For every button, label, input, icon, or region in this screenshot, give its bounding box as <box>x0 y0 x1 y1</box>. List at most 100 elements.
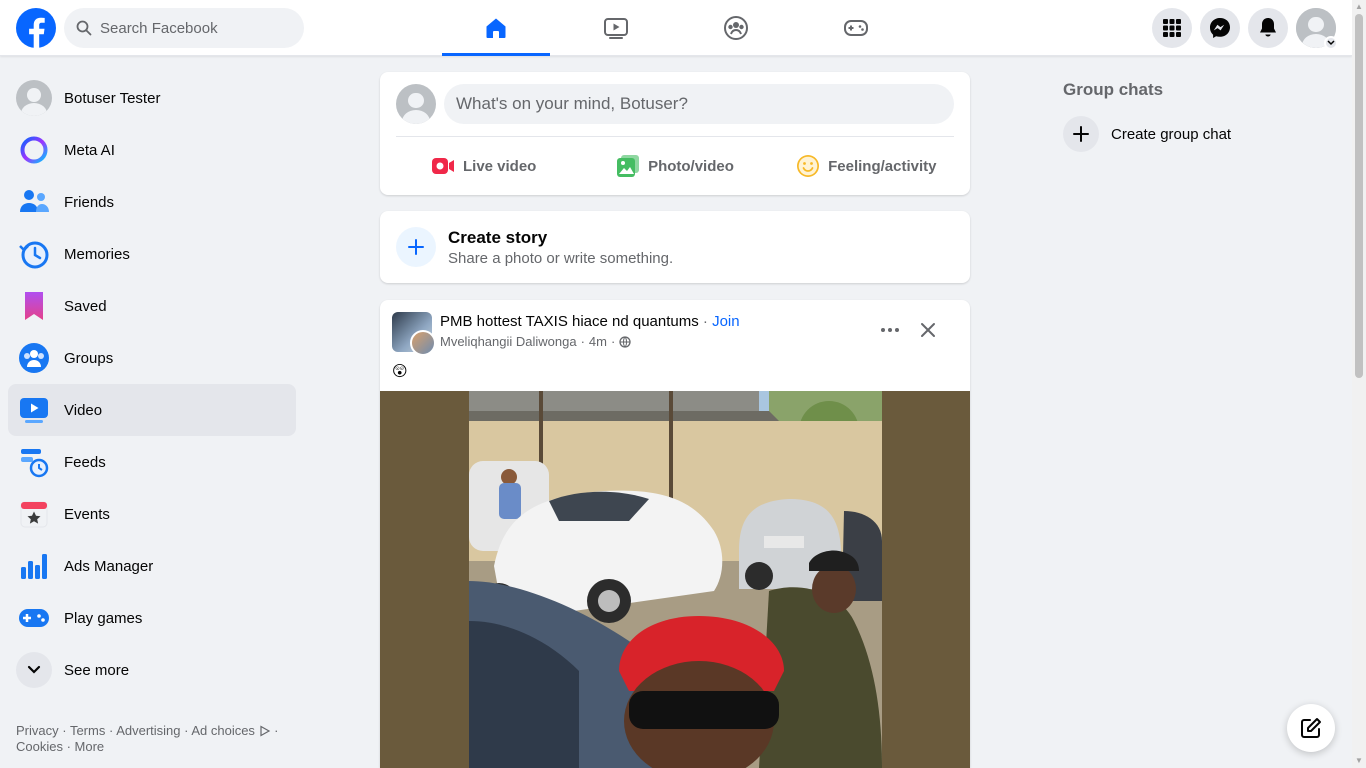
header-actions <box>1152 8 1338 50</box>
composer-avatar[interactable] <box>396 84 436 124</box>
photo-video-label: Photo/video <box>648 157 734 175</box>
right-sidebar: Group chats Create group chat <box>1055 72 1335 160</box>
sidebar-item-memories[interactable]: Memories <box>8 228 296 280</box>
create-story-title: Create story <box>448 227 548 247</box>
sidebar-item-see-more[interactable]: See more <box>8 644 296 696</box>
sidebar-item-label: Saved <box>64 297 107 315</box>
facebook-logo-icon[interactable] <box>16 8 56 48</box>
sidebar-item-label: Play games <box>64 609 143 627</box>
sidebar-item-label: Friends <box>64 193 115 211</box>
photo-video-button[interactable]: Photo/video <box>579 144 770 188</box>
sidebar-item-groups[interactable]: Groups <box>8 332 296 384</box>
feeling-icon <box>797 155 820 177</box>
sidebar-item-saved[interactable]: Saved <box>8 280 296 332</box>
scrollbar-thumb[interactable] <box>1355 14 1363 378</box>
ad-choices-link[interactable]: Ad choices <box>191 723 255 738</box>
create-story-subtitle: Share a photo or write something. <box>448 249 674 267</box>
feeds-icon <box>16 444 52 480</box>
post-header: PMB hottest TAXIS hiace nd quantums · Jo… <box>392 312 958 356</box>
meta-ai-icon <box>16 132 52 168</box>
privacy-link[interactable]: Privacy <box>16 723 59 738</box>
account-button[interactable] <box>1296 8 1338 50</box>
feed-post: PMB hottest TAXIS hiace nd quantums · Jo… <box>380 300 970 768</box>
tab-video[interactable] <box>562 0 670 56</box>
groups-tab-icon <box>724 16 748 40</box>
menu-button[interactable] <box>1152 8 1192 48</box>
post-composer: Live video Photo/video Feeling/activity <box>380 72 970 195</box>
whats-on-your-mind-input[interactable] <box>444 84 954 124</box>
video-tab-icon <box>604 18 628 39</box>
create-group-chat-button[interactable]: Create group chat <box>1055 108 1335 160</box>
feeling-activity-button[interactable]: Feeling/activity <box>771 144 962 188</box>
post-time-link[interactable]: 4m <box>589 334 607 349</box>
sidebar-item-events[interactable]: Events <box>8 488 296 540</box>
play-games-icon <box>16 600 52 636</box>
post-title: PMB hottest TAXIS hiace nd quantums · Jo… <box>440 313 740 330</box>
sidebar-item-label: Events <box>64 505 110 523</box>
messenger-button[interactable] <box>1200 8 1240 48</box>
home-icon <box>486 18 506 38</box>
sidebar-item-video[interactable]: Video <box>8 384 296 436</box>
group-chats-heading: Group chats <box>1063 80 1164 99</box>
new-message-button[interactable] <box>1287 704 1335 752</box>
page-scrollbar[interactable]: ▲ ▼ <box>1352 0 1366 768</box>
sidebar-item-label: Ads Manager <box>64 557 154 575</box>
meta-separator: · <box>580 334 585 349</box>
sidebar-item-label: Botuser Tester <box>64 89 161 107</box>
create-story-text: Create story Share a photo or write some… <box>448 228 673 267</box>
sidebar-item-meta-ai[interactable]: Meta AI <box>8 124 296 176</box>
sidebar-item-play-games[interactable]: Play games <box>8 592 296 644</box>
composer-divider <box>396 136 954 137</box>
post-options-button[interactable] <box>872 312 908 348</box>
author-avatar[interactable] <box>410 330 436 356</box>
create-story-card[interactable]: Create story Share a photo or write some… <box>380 211 970 283</box>
scroll-down-arrow[interactable]: ▼ <box>1355 757 1363 765</box>
top-navigation-bar <box>0 0 1352 56</box>
tab-groups[interactable] <box>682 0 790 56</box>
ads-manager-icon <box>16 548 52 584</box>
photo-video-icon <box>617 155 640 177</box>
sidebar-item-profile[interactable]: Botuser Tester <box>8 72 296 124</box>
compose-icon <box>1301 718 1321 738</box>
sidebar-item-friends[interactable]: Friends <box>8 176 296 228</box>
feeling-activity-label: Feeling/activity <box>828 157 937 175</box>
video-icon <box>16 392 52 428</box>
author-name-link[interactable]: Mveliqhangii Daliwonga <box>440 334 577 349</box>
hide-post-button[interactable] <box>910 312 946 348</box>
saved-icon <box>16 288 52 324</box>
group-name-link[interactable]: PMB hottest TAXIS hiace nd quantums <box>440 313 699 330</box>
tab-home[interactable] <box>442 0 550 56</box>
sidebar-item-label: Video <box>64 401 103 419</box>
join-group-link[interactable]: Join <box>712 313 740 330</box>
tab-gaming[interactable] <box>802 0 910 56</box>
title-separator: · <box>702 313 708 330</box>
sidebar-item-label: Feeds <box>64 453 106 471</box>
sidebar-footer: Privacy · Terms · Advertising · Ad choic… <box>16 723 279 754</box>
sidebar-item-label: Meta AI <box>64 141 115 159</box>
meta-separator: · <box>610 334 616 349</box>
bell-icon <box>1260 18 1276 37</box>
more-horizontal-icon <box>881 328 899 332</box>
plus-icon <box>396 227 436 267</box>
chevron-down-icon <box>1324 36 1338 50</box>
friends-icon <box>16 184 52 220</box>
search-icon <box>76 20 92 36</box>
live-video-button[interactable]: Live video <box>388 144 579 188</box>
terms-link[interactable]: Terms <box>70 723 105 738</box>
search-bar[interactable] <box>64 8 304 48</box>
post-image-container[interactable] <box>380 391 970 768</box>
profile-avatar <box>16 80 52 116</box>
search-input[interactable] <box>100 19 280 37</box>
sidebar-item-feeds[interactable]: Feeds <box>8 436 296 488</box>
gaming-tab-icon <box>844 20 868 36</box>
advertising-link[interactable]: Advertising <box>116 723 180 738</box>
cookies-link[interactable]: Cookies <box>16 739 63 754</box>
left-sidebar: Botuser Tester Meta AI Friends Memories … <box>8 72 296 696</box>
notifications-button[interactable] <box>1248 8 1288 48</box>
more-link[interactable]: More <box>75 739 105 754</box>
main-nav-tabs <box>442 0 922 56</box>
scroll-up-arrow[interactable]: ▲ <box>1355 3 1363 11</box>
chevron-down-icon <box>16 652 52 688</box>
post-meta: Mveliqhangii Daliwonga · 4m · <box>440 334 631 349</box>
sidebar-item-ads-manager[interactable]: Ads Manager <box>8 540 296 592</box>
